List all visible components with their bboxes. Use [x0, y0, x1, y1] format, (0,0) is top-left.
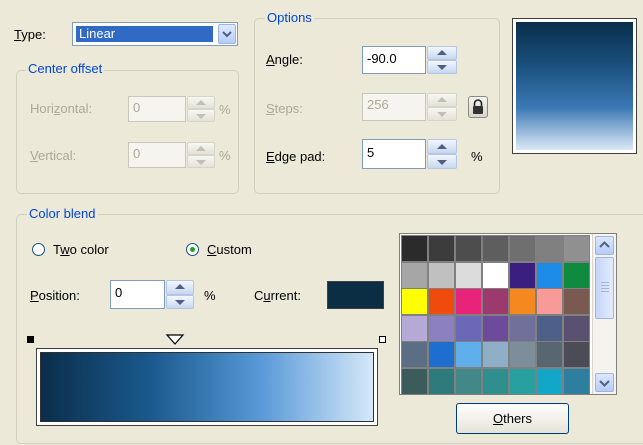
palette-swatch[interactable]	[428, 261, 455, 289]
others-button-label-accel: O	[492, 411, 504, 426]
vertical-label: Vertical:	[30, 148, 77, 163]
type-select[interactable]: Linear	[72, 22, 238, 46]
steps-input: 256	[362, 93, 426, 121]
color-palette[interactable]	[399, 233, 617, 395]
palette-swatch[interactable]	[563, 288, 590, 315]
steps-label: Steps:	[266, 101, 303, 116]
position-input[interactable]: 0	[110, 280, 165, 309]
others-button[interactable]: Others	[456, 403, 569, 434]
palette-swatch[interactable]	[509, 341, 536, 368]
palette-swatch[interactable]	[455, 341, 482, 368]
position-label: Position:	[30, 288, 80, 303]
gradient-preview	[512, 18, 637, 154]
palette-swatch[interactable]	[482, 314, 509, 342]
palette-swatch[interactable]	[401, 341, 428, 368]
gradient-end-node[interactable]	[379, 336, 386, 343]
palette-swatch[interactable]	[482, 261, 509, 289]
palette-swatch[interactable]	[563, 367, 590, 395]
palette-swatch[interactable]	[401, 314, 428, 342]
custom-label[interactable]: Custom	[207, 242, 252, 257]
palette-swatch[interactable]	[536, 367, 563, 395]
palette-swatch[interactable]	[509, 314, 536, 342]
two-color-label[interactable]: Two color	[53, 242, 109, 257]
palette-swatch[interactable]	[509, 288, 536, 315]
lock-icon[interactable]	[468, 96, 488, 118]
horizontal-label: Horizontal:	[30, 101, 93, 116]
palette-swatch[interactable]	[428, 235, 455, 262]
palette-swatch[interactable]	[401, 235, 428, 262]
palette-swatch[interactable]	[428, 341, 455, 368]
two-color-radio[interactable]	[32, 243, 45, 256]
type-label: Type:	[14, 27, 46, 42]
vertical-unit: %	[219, 148, 231, 163]
palette-swatch[interactable]	[563, 314, 590, 342]
edge-pad-unit: %	[471, 149, 483, 164]
palette-swatch[interactable]	[536, 261, 563, 289]
palette-swatch[interactable]	[401, 367, 428, 395]
options-title: Options	[265, 10, 314, 25]
type-select-value: Linear	[76, 26, 213, 42]
horizontal-input: 0	[128, 96, 186, 122]
center-offset-group	[16, 70, 239, 194]
position-unit: %	[204, 288, 216, 303]
scroll-up-icon[interactable]	[595, 236, 614, 255]
palette-swatch[interactable]	[428, 367, 455, 395]
scroll-thumb[interactable]	[595, 257, 614, 319]
vertical-input: 0	[128, 142, 186, 168]
horizontal-unit: %	[219, 102, 231, 117]
steps-spinner	[427, 93, 457, 121]
palette-swatch[interactable]	[509, 367, 536, 395]
horizontal-spinner	[187, 96, 215, 122]
palette-swatch[interactable]	[509, 261, 536, 289]
palette-swatch[interactable]	[482, 367, 509, 395]
palette-swatch[interactable]	[455, 288, 482, 315]
palette-swatch[interactable]	[563, 341, 590, 368]
palette-swatch[interactable]	[482, 288, 509, 315]
center-offset-title: Center offset	[26, 61, 105, 76]
edge-pad-label: Edge pad:	[266, 149, 326, 164]
palette-swatch[interactable]	[482, 341, 509, 368]
palette-swatch[interactable]	[482, 235, 509, 262]
palette-swatch[interactable]	[401, 261, 428, 289]
current-color-swatch[interactable]	[327, 281, 384, 309]
palette-swatch[interactable]	[563, 235, 590, 262]
position-spinner[interactable]	[166, 280, 194, 309]
palette-swatch[interactable]	[536, 341, 563, 368]
palette-swatch[interactable]	[401, 288, 428, 315]
edge-pad-spinner[interactable]	[427, 139, 457, 169]
current-label: Current:	[254, 288, 301, 303]
palette-swatch[interactable]	[455, 367, 482, 395]
angle-spinner[interactable]	[427, 46, 457, 74]
custom-radio[interactable]	[186, 243, 199, 256]
palette-swatch[interactable]	[563, 261, 590, 289]
palette-swatch[interactable]	[536, 235, 563, 262]
palette-swatch[interactable]	[509, 235, 536, 262]
others-button-label: thers	[503, 411, 533, 426]
edge-pad-input[interactable]: 5	[362, 139, 426, 169]
palette-swatch[interactable]	[455, 314, 482, 342]
gradient-start-node[interactable]	[27, 336, 34, 343]
angle-input[interactable]: -90.0	[362, 46, 426, 74]
palette-swatch[interactable]	[428, 288, 455, 315]
angle-label: Angle:	[266, 52, 303, 67]
palette-swatch[interactable]	[536, 288, 563, 315]
palette-swatch[interactable]	[455, 235, 482, 262]
position-marker-icon[interactable]	[165, 334, 185, 346]
scroll-down-icon[interactable]	[595, 373, 614, 392]
palette-scrollbar[interactable]	[592, 234, 616, 394]
chevron-down-icon[interactable]	[218, 24, 236, 44]
palette-swatch[interactable]	[536, 314, 563, 342]
palette-swatch[interactable]	[428, 314, 455, 342]
palette-swatch[interactable]	[455, 261, 482, 289]
vertical-spinner	[187, 142, 215, 168]
color-blend-title: Color blend	[27, 206, 98, 221]
gradient-bar[interactable]	[36, 348, 378, 426]
